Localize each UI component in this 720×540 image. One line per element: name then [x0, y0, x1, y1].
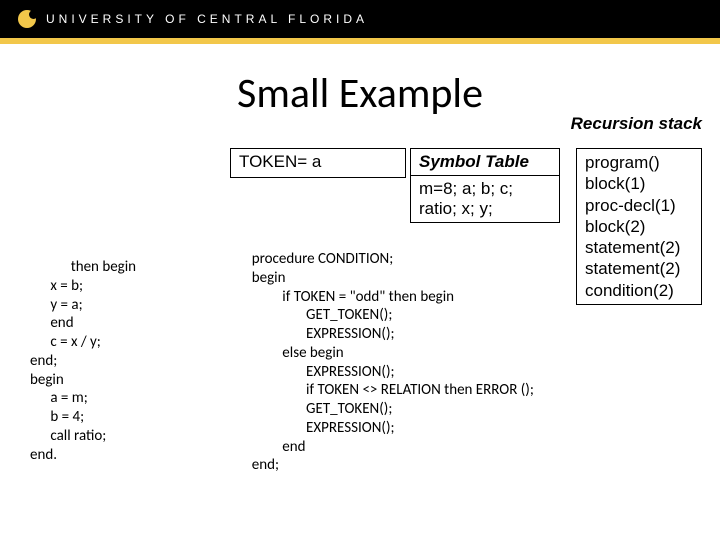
recursion-stack-box: program() block(1) proc-decl(1) block(2)…	[576, 148, 702, 305]
recursion-stack-label: Recursion stack	[571, 114, 702, 134]
slide-title: Small Example	[0, 68, 720, 119]
right-code-block: procedure CONDITION; begin if TOKEN = "o…	[245, 250, 534, 475]
symbol-table-box: Symbol Table m=8; a; b; c; ratio; x; y;	[410, 148, 560, 223]
gold-divider	[0, 38, 720, 44]
header-bar: UNIVERSITY OF CENTRAL FLORIDA	[0, 0, 720, 38]
ucf-logo-icon	[18, 10, 36, 28]
header-org-text: UNIVERSITY OF CENTRAL FLORIDA	[46, 12, 368, 26]
symbol-table-body: m=8; a; b; c; ratio; x; y;	[411, 176, 559, 222]
symbol-table-header: Symbol Table	[411, 149, 559, 176]
left-code-block: then begin x = b; y = a; end c = x / y; …	[30, 258, 136, 464]
token-box: TOKEN= a	[230, 148, 406, 178]
